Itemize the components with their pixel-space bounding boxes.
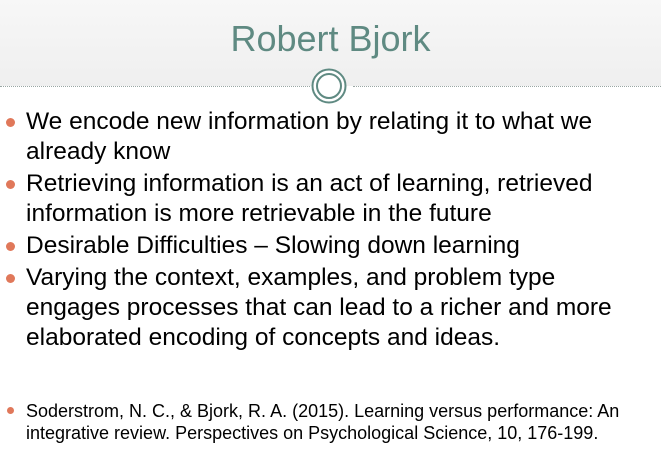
round-bullet-icon xyxy=(6,274,15,283)
round-bullet-icon xyxy=(7,407,14,414)
slide-title: Robert Bjork xyxy=(230,18,431,59)
bullet-text: Desirable Difficulties – Slowing down le… xyxy=(26,232,520,259)
double-circle-ornament-icon xyxy=(311,68,347,104)
round-bullet-icon xyxy=(6,180,15,189)
slide: Robert Bjork We encode new information b… xyxy=(0,0,661,465)
citation-text: Soderstrom, N. C., & Bjork, R. A. (2015)… xyxy=(26,401,620,443)
bullet-text: Varying the context, examples, and probl… xyxy=(26,264,612,351)
bullet-item: Desirable Difficulties – Slowing down le… xyxy=(0,231,661,261)
title-divider-right xyxy=(353,86,661,87)
bullet-item: Varying the context, examples, and probl… xyxy=(0,263,661,353)
round-bullet-icon xyxy=(6,242,15,251)
bullet-item: Retrieving information is an act of lear… xyxy=(0,169,661,229)
round-bullet-icon xyxy=(6,118,15,127)
title-divider-left xyxy=(0,86,310,87)
bullet-item: We encode new information by relating it… xyxy=(0,107,661,167)
bullet-text: Retrieving information is an act of lear… xyxy=(26,170,593,227)
bullet-list: We encode new information by relating it… xyxy=(0,107,661,355)
citation-reference: Soderstrom, N. C., & Bjork, R. A. (2015)… xyxy=(0,400,661,444)
bullet-text: We encode new information by relating it… xyxy=(26,108,593,165)
